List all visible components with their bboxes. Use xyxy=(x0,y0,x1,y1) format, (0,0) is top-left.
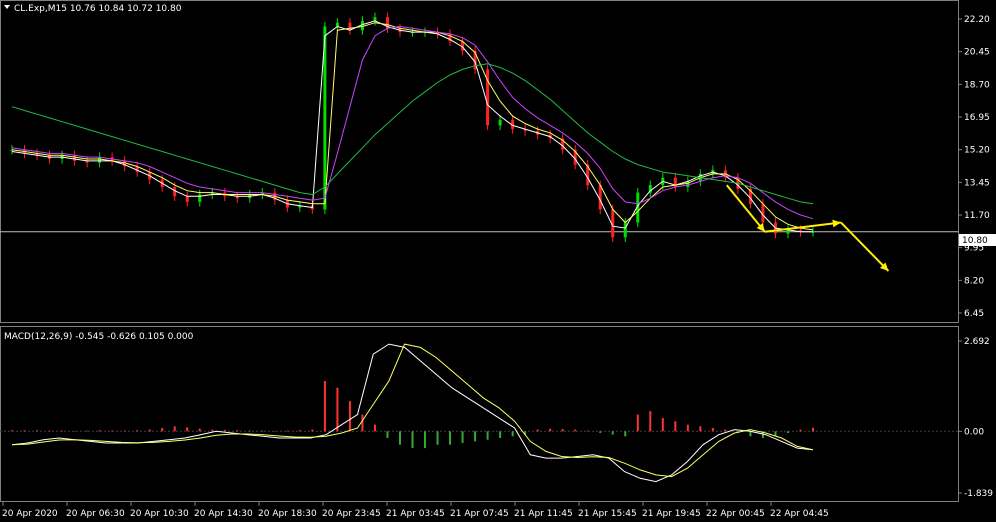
trading-chart[interactable]: 22.2020.4518.7016.9515.2013.4511.709.958… xyxy=(0,0,996,522)
time-tick-label: 20 Apr 10:30 xyxy=(130,509,189,519)
price-tick-label: 13.45 xyxy=(964,178,990,188)
time-tick-label: 20 Apr 14:30 xyxy=(194,509,253,519)
main-panel-frame xyxy=(0,0,959,323)
candle-body xyxy=(185,196,189,202)
chart-title: CL.Exp,M15 10.76 10.84 10.72 10.80 xyxy=(14,4,182,14)
candle-body xyxy=(335,22,339,27)
candle-body xyxy=(686,181,690,187)
dropdown-triangle-icon[interactable] xyxy=(4,5,10,9)
macd-tick-label: 2.692 xyxy=(964,337,990,347)
macd-tick-label: 0.00 xyxy=(964,427,984,437)
macd-plot-area[interactable] xyxy=(0,343,958,483)
candle-body xyxy=(498,119,502,126)
time-tick-label: 20 Apr 06:30 xyxy=(66,509,125,519)
price-tick-label: 16.95 xyxy=(964,113,990,123)
candle-body xyxy=(98,157,102,163)
signal-line xyxy=(11,343,814,478)
moving-average-line xyxy=(11,25,814,220)
candle-body xyxy=(198,194,202,202)
price-tick-label: 22.20 xyxy=(964,15,990,25)
candle-body xyxy=(348,22,352,31)
time-tick-label: 20 Apr 2020 xyxy=(2,509,58,519)
time-tick-label: 20 Apr 23:45 xyxy=(322,509,381,519)
time-tick-label: 21 Apr 07:45 xyxy=(450,509,509,519)
time-tick-label: 21 Apr 15:45 xyxy=(578,509,637,519)
moving-average-line xyxy=(11,20,813,233)
moving-average-line xyxy=(11,63,814,205)
macd-panel-frame xyxy=(0,326,959,502)
time-tick-label: 21 Apr 03:45 xyxy=(386,509,445,519)
time-tick-label: 22 Apr 00:45 xyxy=(706,509,765,519)
price-plot-area[interactable] xyxy=(0,12,958,272)
price-tick-label: 18.70 xyxy=(964,80,990,90)
price-tick-label: 11.70 xyxy=(964,211,990,221)
time-tick-label: 20 Apr 18:30 xyxy=(258,509,317,519)
candle-body xyxy=(623,222,627,238)
trend-arrow xyxy=(840,221,890,272)
candle-body xyxy=(73,155,77,161)
candle-body xyxy=(373,17,377,21)
price-tick-label: 20.45 xyxy=(964,48,990,58)
time-tick-label: 22 Apr 04:45 xyxy=(770,509,829,519)
time-axis: 20 Apr 2020 20 Apr 06:30 20 Apr 10:30 20 Ap… xyxy=(2,502,829,519)
macd-title: MACD(12,26,9) -0.545 -0.626 0.105 0.000 xyxy=(4,332,194,342)
macd-line xyxy=(11,343,814,483)
time-tick-label: 21 Apr 19:45 xyxy=(642,509,701,519)
time-tick-label: 21 Apr 11:45 xyxy=(514,509,573,519)
price-tick-label: 15.20 xyxy=(964,146,990,156)
moving-average-line xyxy=(11,22,814,231)
current-price-label: 10.80 xyxy=(962,236,988,246)
trend-arrow xyxy=(725,184,766,233)
price-tick-label: 8.20 xyxy=(964,276,984,286)
price-axis: 22.2020.4518.7016.9515.2013.4511.709.958… xyxy=(958,15,990,319)
macd-axis: 2.692 0.00 -1.839 xyxy=(958,337,993,499)
macd-tick-label: -1.839 xyxy=(964,489,993,499)
price-tick-label: 6.45 xyxy=(964,309,984,319)
